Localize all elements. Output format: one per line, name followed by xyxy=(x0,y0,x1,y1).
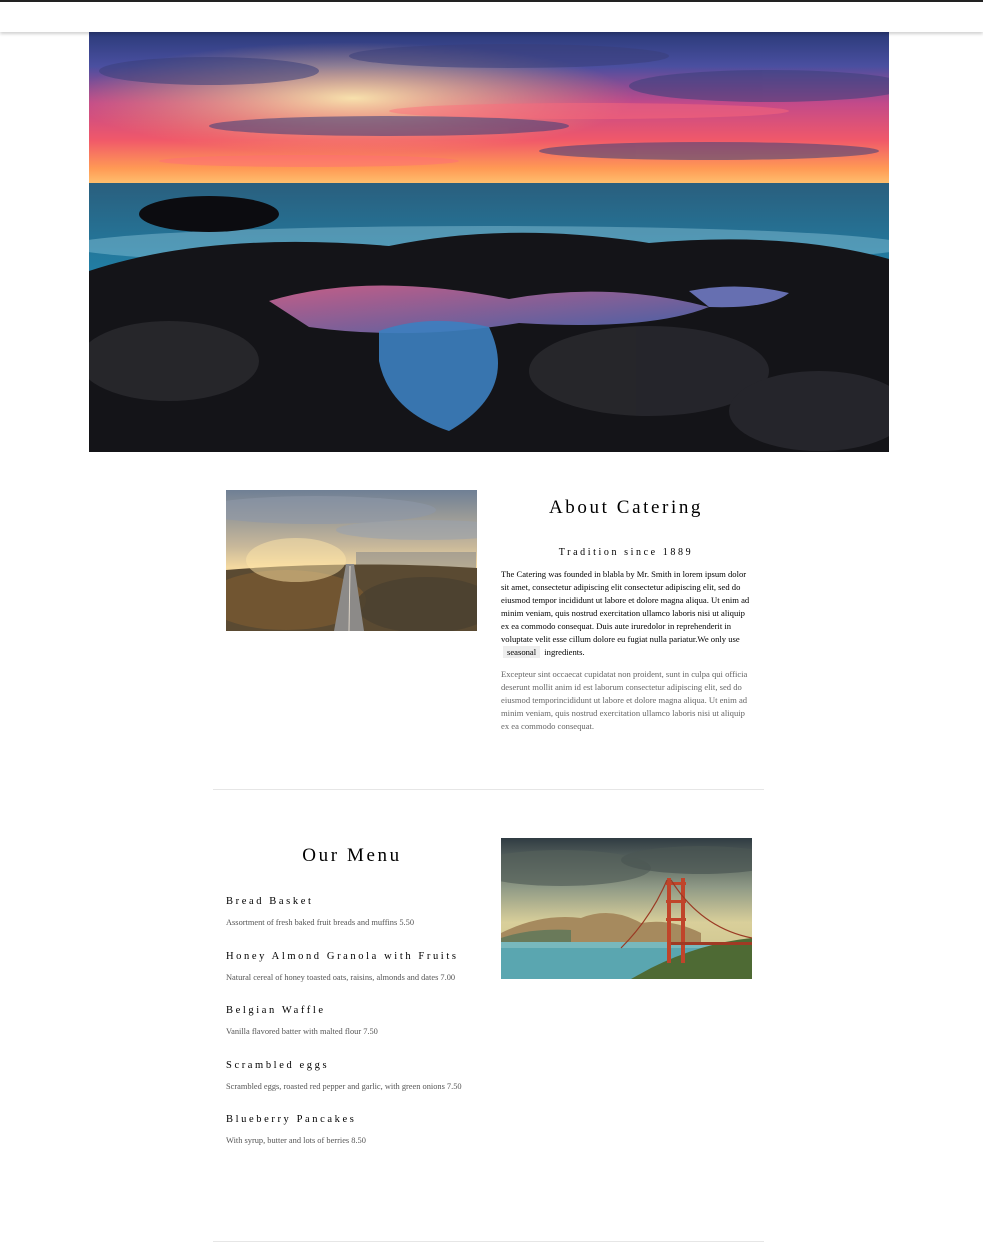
menu-item-desc: Assortment of fresh baked fruit breads a… xyxy=(226,918,415,927)
menu-item-desc: Natural cereal of honey toasted oats, ra… xyxy=(226,972,456,982)
section-divider xyxy=(213,789,764,790)
menu-item: Honey Almond Granola with Fruits Natural… xyxy=(226,950,478,985)
menu-item: Bread Basket Assortment of fresh baked f… xyxy=(226,895,478,930)
menu-title: Our Menu xyxy=(302,845,402,866)
menu-item-name: Bread Basket xyxy=(226,896,314,907)
hero-image xyxy=(89,31,889,452)
menu-item-name: Belgian Waffle xyxy=(226,1005,326,1016)
menu-item: Scrambled eggs Scrambled eggs, roasted r… xyxy=(226,1059,478,1094)
section-divider-bottom xyxy=(213,1241,764,1242)
about-body-end: ingredients. xyxy=(544,647,585,657)
menu-item-desc: With syrup, butter and lots of berries 8… xyxy=(226,1136,366,1145)
about-secondary-text: Excepteur sint occaecat cupidatat non pr… xyxy=(501,669,748,731)
about-title: About Catering xyxy=(548,497,704,518)
menu-item-name: Scrambled eggs xyxy=(226,1059,330,1071)
menu-item-name: Honey Almond Granola with Fruits xyxy=(226,950,459,962)
about-body: The Catering was founded in blabla by Mr… xyxy=(501,568,751,659)
about-content: About Catering Tradition since 1889 The … xyxy=(501,490,751,733)
about-body-text: The Catering was founded in blabla by Mr… xyxy=(501,569,750,644)
top-navbar xyxy=(0,0,983,32)
about-subtitle: Tradition since 1889 xyxy=(558,547,694,558)
menu-item-desc: Scrambled eggs, roasted red pepper and g… xyxy=(226,1081,462,1091)
about-section: About Catering Tradition since 1889 The … xyxy=(213,490,764,790)
menu-image xyxy=(501,838,752,979)
menu-item: Blueberry Pancakes With syrup, butter an… xyxy=(226,1113,478,1148)
menu-item-desc: Vanilla flavored batter with malted flou… xyxy=(226,1027,378,1036)
menu-section: Our Menu Bread Basket Assortment of fres… xyxy=(213,838,764,1218)
menu-item: Belgian Waffle Vanilla flavored batter w… xyxy=(226,1004,478,1039)
menu-item-name: Blueberry Pancakes xyxy=(226,1114,357,1125)
menu-list: Our Menu Bread Basket Assortment of fres… xyxy=(226,838,478,1148)
about-image xyxy=(226,490,477,631)
seasonal-tag: seasonal xyxy=(503,646,541,658)
